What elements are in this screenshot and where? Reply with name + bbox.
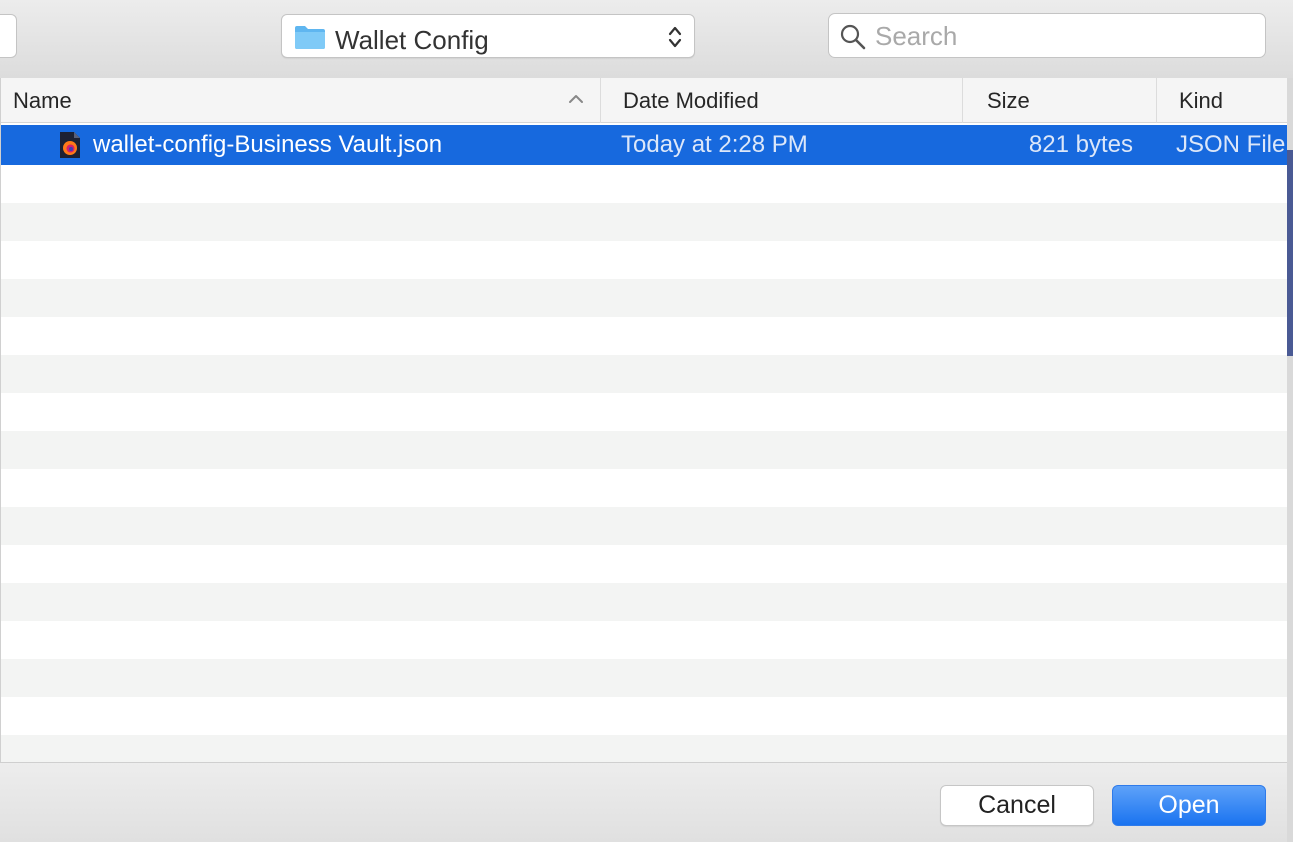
cancel-button[interactable]: Cancel [940,785,1094,826]
empty-row [1,697,1287,735]
column-header-name[interactable]: Name [1,78,601,123]
empty-row [1,317,1287,355]
open-button[interactable]: Open [1112,785,1266,826]
back-forward-button[interactable] [0,14,17,58]
empty-row [1,621,1287,659]
file-row[interactable]: wallet-config-Business Vault.json Today … [1,125,1287,165]
empty-row [1,279,1287,317]
chevron-updown-icon [668,26,682,48]
search-input[interactable] [875,20,1255,52]
column-header-kind-label: Kind [1179,88,1224,113]
dialog-button-bar: Cancel Open [0,762,1287,842]
file-date-modified: Today at 2:28 PM [621,131,808,158]
location-popup[interactable]: Wallet Config [281,14,695,58]
background-window-edge [1287,150,1293,356]
window-edge [1287,78,1293,842]
empty-row [1,203,1287,241]
empty-row [1,393,1287,431]
column-header-name-label: Name [13,88,72,113]
empty-row [1,545,1287,583]
empty-row [1,507,1287,545]
file-list: Name Date Modified Size Kind wallet-conf… [0,78,1287,762]
column-header-row: Name Date Modified Size Kind [1,78,1287,123]
empty-row [1,355,1287,393]
search-field[interactable] [828,13,1266,58]
empty-row [1,659,1287,697]
empty-row [1,469,1287,507]
dialog-toolbar: Wallet Config [0,0,1293,78]
folder-icon [295,26,325,49]
firefox-document-icon [60,132,80,158]
column-header-size[interactable]: Size [963,78,1157,123]
empty-row [1,583,1287,621]
file-name: wallet-config-Business Vault.json [93,131,443,158]
file-size: 821 bytes [1028,131,1133,158]
location-label: Wallet Config [335,25,489,55]
search-icon [840,24,866,50]
empty-row [1,165,1287,203]
file-kind: JSON File [1176,131,1286,158]
column-header-size-label: Size [987,88,1030,113]
column-header-date-label: Date Modified [623,88,759,113]
column-header-kind[interactable]: Kind [1157,78,1287,123]
empty-row [1,241,1287,279]
chevron-up-icon [569,95,583,103]
empty-row [1,735,1287,762]
column-header-date-modified[interactable]: Date Modified [601,78,963,123]
empty-row [1,431,1287,469]
